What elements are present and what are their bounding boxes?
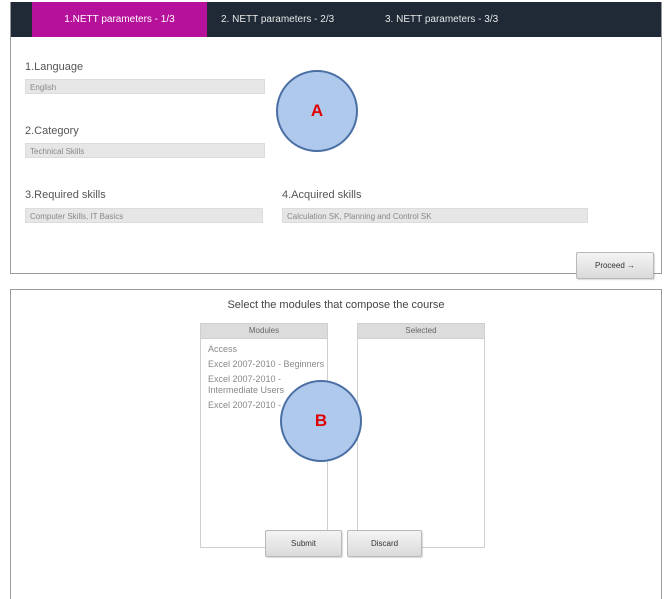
language-field[interactable]: English xyxy=(25,79,265,94)
acquired-skills-label: 4.Acquired skills xyxy=(282,189,362,201)
required-skills-field[interactable]: Computer Skills, IT Basics xyxy=(25,208,263,223)
selected-list[interactable]: Selected xyxy=(357,323,485,548)
tab-nett-parameters-2[interactable]: 2. NETT parameters - 2/3 xyxy=(221,2,334,37)
category-label: 2.Category xyxy=(25,125,79,137)
category-field[interactable]: Technical Skills xyxy=(25,143,265,158)
tab-bar: 1.NETT parameters - 1/3 2. NETT paramete… xyxy=(11,2,661,37)
callout-b-letter: B xyxy=(314,411,328,430)
acquired-skills-field[interactable]: Calculation SK, Planning and Control SK xyxy=(282,208,588,223)
tab-nett-parameters-1[interactable]: 1.NETT parameters - 1/3 xyxy=(32,2,207,37)
modules-list-header: Modules xyxy=(201,324,327,339)
callout-a-letter: A xyxy=(310,101,324,120)
tab-nett-parameters-3[interactable]: 3. NETT parameters - 3/3 xyxy=(385,2,498,37)
selected-list-header: Selected xyxy=(358,324,484,339)
language-label: 1.Language xyxy=(25,61,84,73)
list-item[interactable]: Access xyxy=(201,342,327,357)
submit-button[interactable]: Submit xyxy=(265,530,342,557)
discard-button[interactable]: Discard xyxy=(347,530,422,557)
list-item[interactable]: Excel 2007-2010 - Beginners xyxy=(201,357,327,372)
callout-b: B xyxy=(280,380,362,462)
proceed-button[interactable]: Proceed → xyxy=(576,252,654,279)
required-skills-label: 3.Required skills xyxy=(25,189,106,201)
callout-a: A xyxy=(276,70,358,152)
module-instruction: Select the modules that compose the cour… xyxy=(227,299,445,311)
